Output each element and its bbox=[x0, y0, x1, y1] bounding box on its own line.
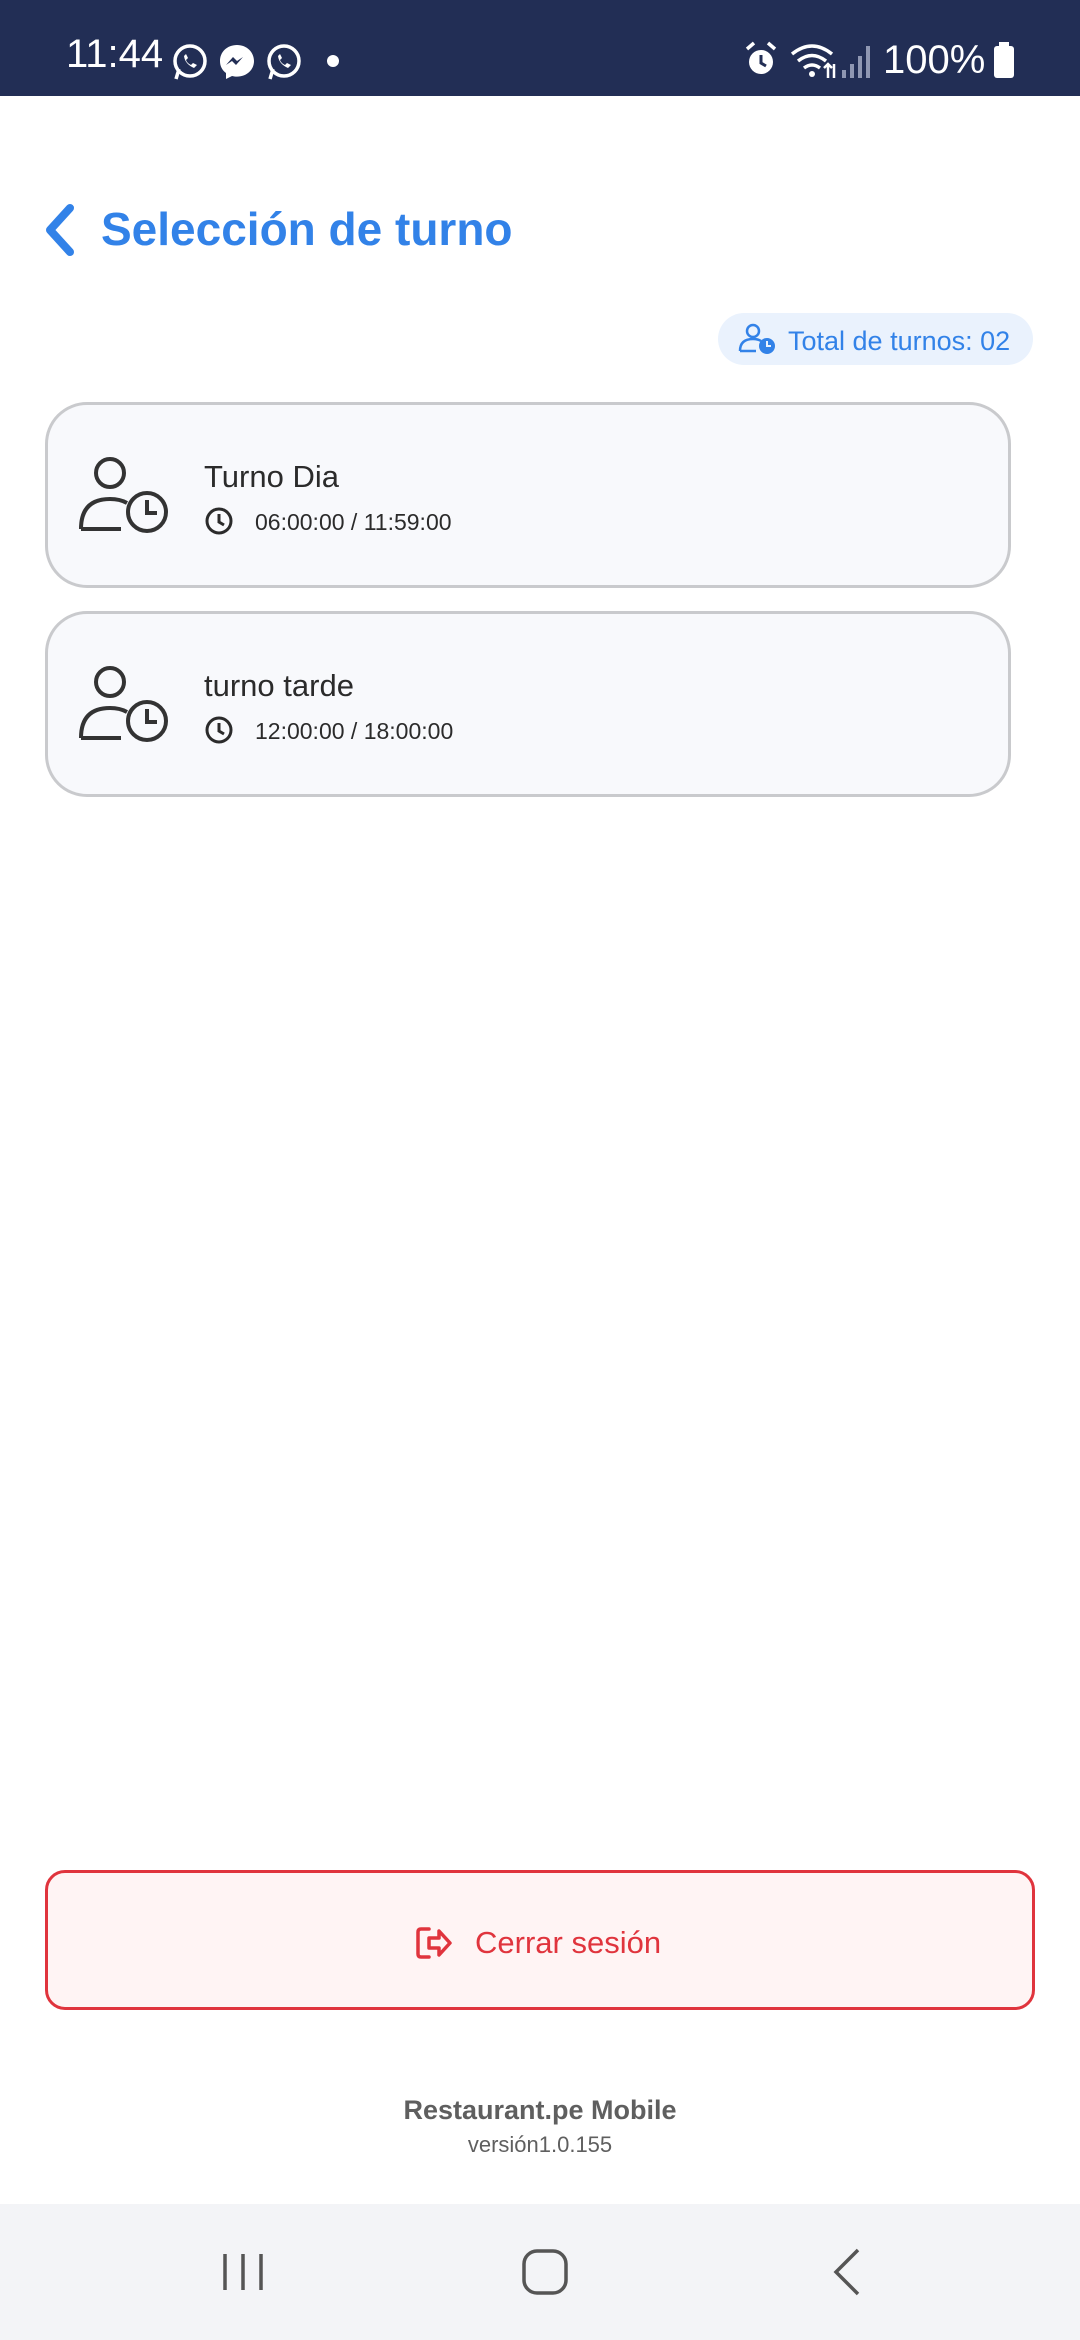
user-clock-icon bbox=[79, 457, 168, 533]
total-shifts-label: Total de turnos: 02 bbox=[788, 326, 1011, 356]
signal-icon bbox=[842, 46, 870, 78]
shift-card[interactable]: Turno Dia 06:00:00 / 11:59:00 bbox=[45, 402, 1011, 588]
recent-apps-icon[interactable] bbox=[213, 2244, 273, 2300]
logout-label: Cerrar sesión bbox=[475, 1925, 662, 1960]
app-name: Restaurant.pe Mobile bbox=[403, 2095, 677, 2125]
user-clock-icon bbox=[79, 666, 168, 742]
system-navigation-bar bbox=[0, 2204, 1080, 2340]
whatsapp-icon bbox=[267, 44, 301, 80]
page-title: Selección de turno bbox=[101, 203, 513, 255]
messenger-icon bbox=[220, 45, 254, 79]
alarm-icon bbox=[745, 41, 777, 74]
shift-name: turno tarde bbox=[204, 668, 354, 703]
home-icon[interactable] bbox=[515, 2244, 575, 2300]
total-shifts-badge: Total de turnos: 02 bbox=[718, 313, 1033, 365]
wifi-icon bbox=[790, 44, 836, 78]
back-chevron-icon[interactable] bbox=[40, 200, 80, 260]
shift-card[interactable]: turno tarde 12:00:00 / 18:00:00 bbox=[45, 611, 1011, 797]
shift-hours: 12:00:00 / 18:00:00 bbox=[255, 718, 454, 744]
user-clock-icon bbox=[738, 323, 775, 354]
back-icon[interactable] bbox=[818, 2244, 878, 2300]
clock-icon bbox=[205, 716, 233, 744]
logout-icon bbox=[416, 1927, 452, 1959]
logout-button[interactable]: Cerrar sesión bbox=[45, 1870, 1035, 2010]
shift-list: Turno Dia 06:00:00 / 11:59:00 turno tard… bbox=[45, 402, 1011, 820]
clock-icon bbox=[205, 507, 233, 535]
battery-percentage: 100% bbox=[883, 38, 986, 82]
whatsapp-icon bbox=[173, 44, 207, 80]
notification-dot bbox=[327, 55, 339, 67]
app-version: versión1.0.155 bbox=[467, 2132, 613, 2157]
shift-hours: 06:00:00 / 11:59:00 bbox=[255, 509, 452, 535]
status-time: 11:44 bbox=[66, 32, 164, 76]
battery-icon bbox=[994, 42, 1014, 78]
page-header: Selección de turno bbox=[0, 180, 1080, 280]
status-bar: 11:44 100% bbox=[0, 0, 1080, 96]
shift-name: Turno Dia bbox=[204, 459, 339, 494]
